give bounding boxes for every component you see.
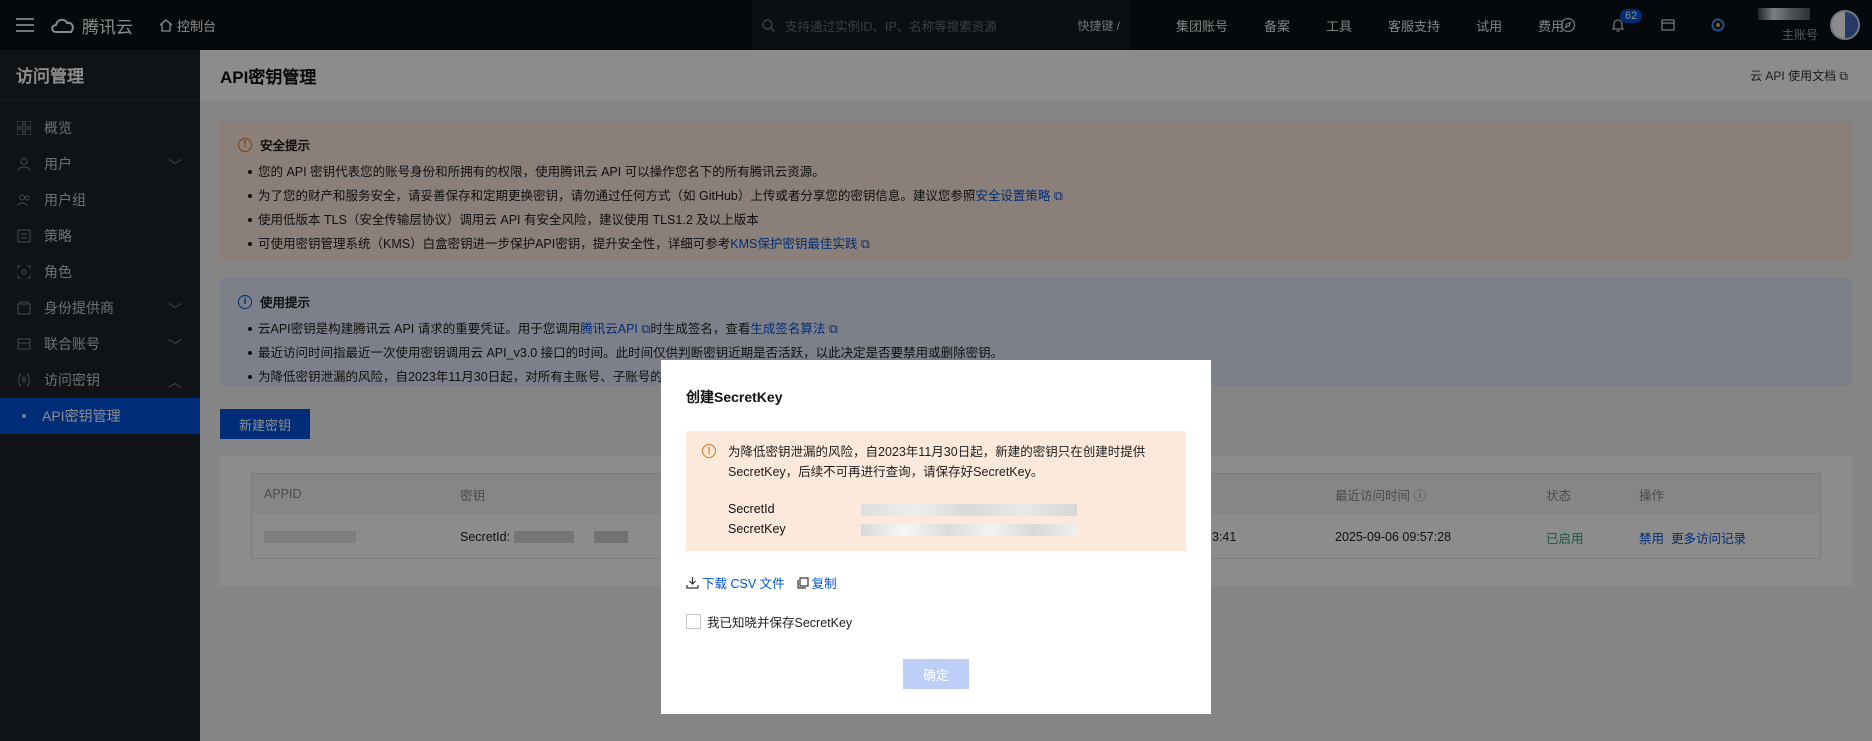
dialog-warning-text: 为降低密钥泄漏的风险，自2023年11月30日起，新建的密钥只在创建时提供Sec…	[728, 445, 1146, 479]
secret-key-label: SecretKey	[728, 522, 786, 536]
download-icon	[686, 577, 699, 589]
confirm-button[interactable]: 确定	[903, 659, 969, 689]
acknowledge-checkbox[interactable]: 我已知晓并保存SecretKey	[686, 612, 852, 631]
secret-id-redacted	[861, 504, 1077, 516]
download-csv-label: 下载 CSV 文件	[702, 577, 785, 591]
checkbox-box[interactable]	[686, 614, 701, 629]
checkbox-label: 我已知晓并保存SecretKey	[707, 616, 853, 630]
copy-button[interactable]: 复制	[797, 573, 837, 592]
warning-icon: !	[702, 444, 716, 458]
secret-id-label: SecretId	[728, 502, 775, 516]
copy-icon	[797, 576, 809, 589]
dialog-title: 创建SecretKey	[686, 389, 783, 405]
dialog-actions: 下载 CSV 文件 复制	[686, 573, 837, 592]
secret-key-redacted	[861, 524, 1077, 536]
dialog-warning: ! 为降低密钥泄漏的风险，自2023年11月30日起，新建的密钥只在创建时提供S…	[686, 431, 1186, 551]
copy-label: 复制	[811, 577, 837, 591]
download-csv-button[interactable]: 下载 CSV 文件	[686, 573, 785, 592]
create-secretkey-dialog: 创建SecretKey ! 为降低密钥泄漏的风险，自2023年11月30日起，新…	[661, 360, 1211, 714]
